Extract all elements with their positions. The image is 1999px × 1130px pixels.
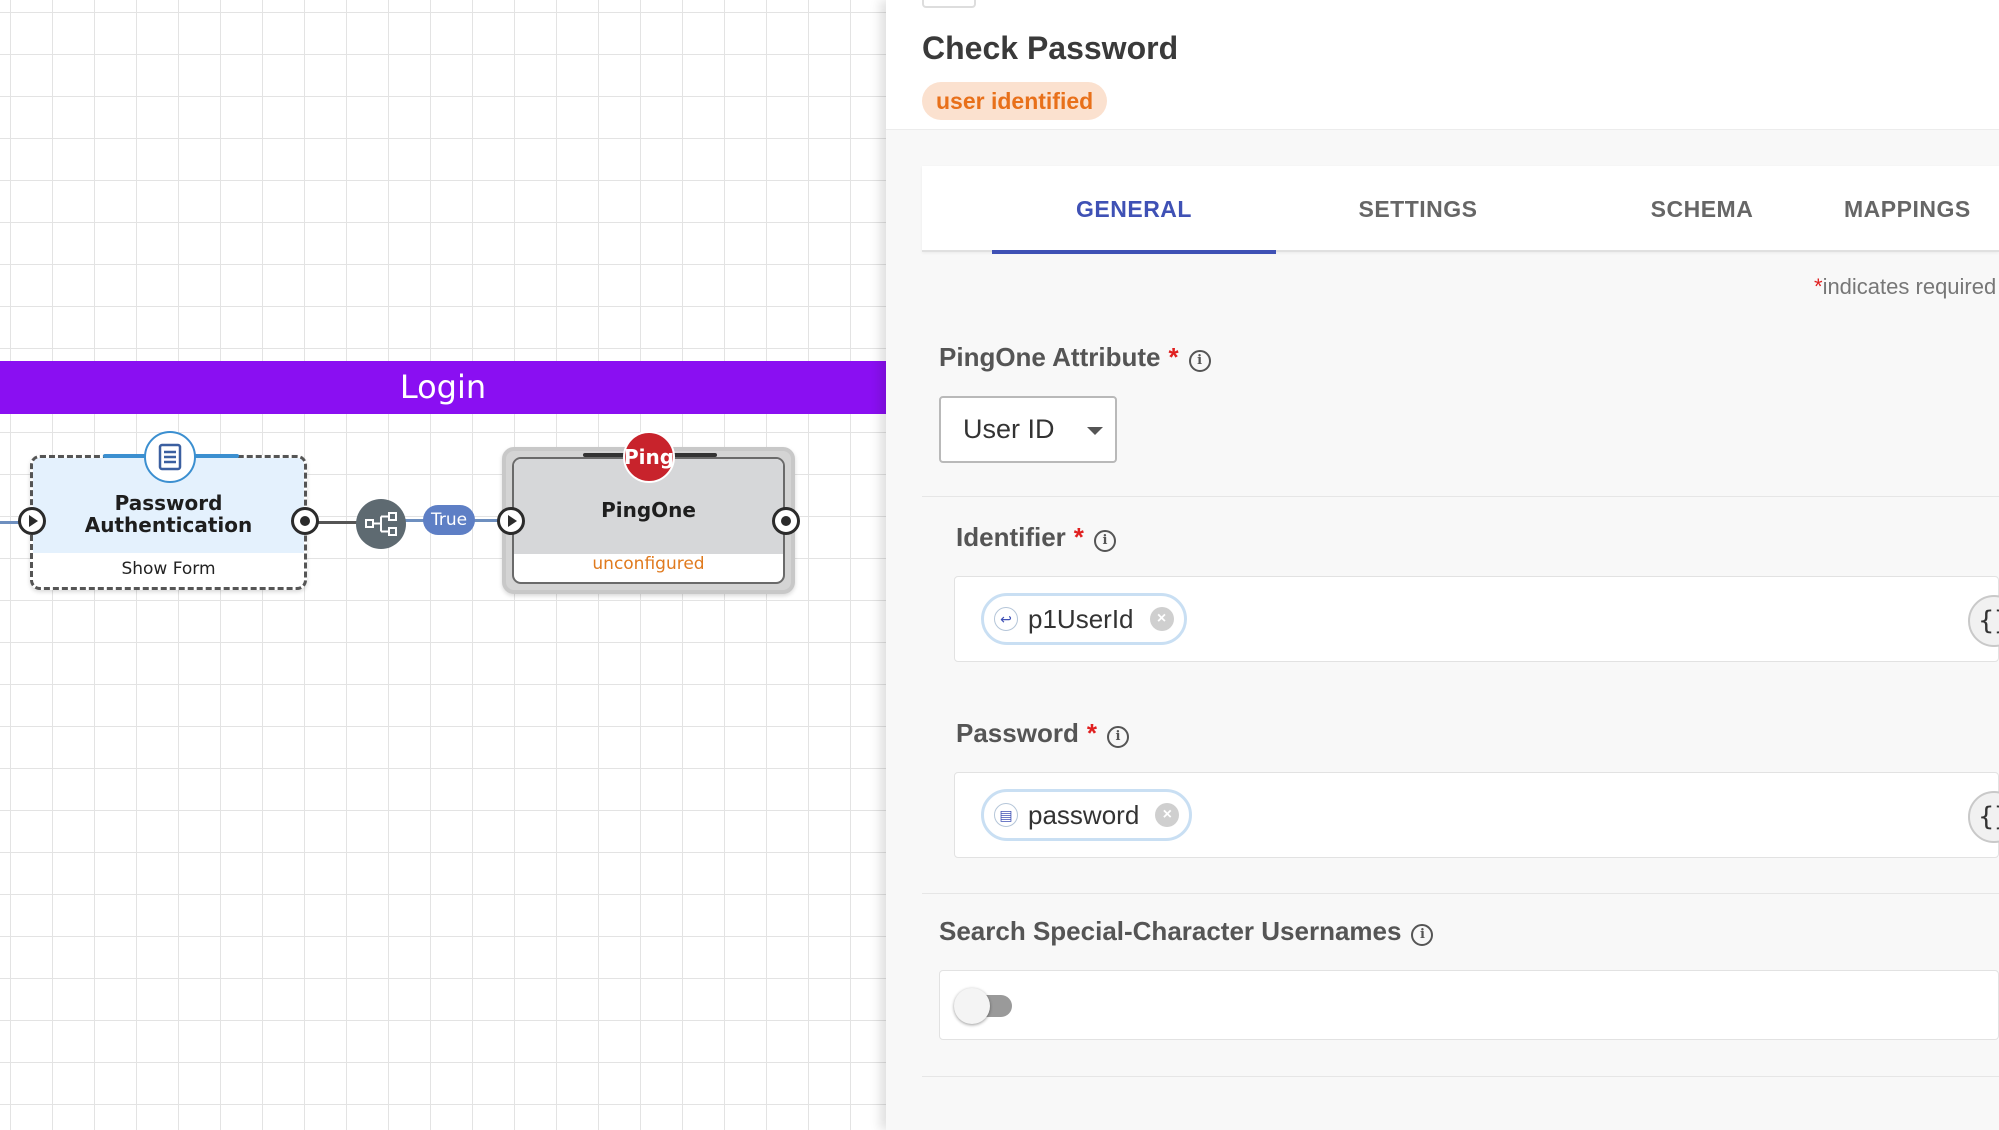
divider	[922, 1076, 1999, 1077]
label-text: Password	[956, 718, 1079, 748]
identifier-chip[interactable]: ↩ p1UserId ×	[981, 593, 1187, 645]
edge-label-true[interactable]: True	[423, 505, 475, 535]
required-star: *	[1073, 522, 1084, 552]
panel-handle[interactable]	[922, 0, 976, 8]
node-footer: Show Form	[121, 559, 216, 579]
status-badge: user identified	[922, 82, 1108, 120]
chip-text: p1UserId	[1028, 603, 1134, 634]
field-label-pingone-attribute: PingOne Attribute * i	[939, 342, 1211, 373]
info-icon[interactable]: i	[1106, 725, 1129, 748]
variable-arrow-icon: ↩	[994, 607, 1018, 631]
lane-header: Login	[0, 361, 886, 414]
search-special-toggle-row	[939, 970, 1999, 1040]
required-star: *	[1814, 274, 1823, 299]
tab-schema[interactable]: SCHEMA	[1560, 166, 1844, 252]
input-port[interactable]	[497, 507, 525, 535]
panel-header: Check Password user identified	[886, 0, 1999, 130]
branch-icon[interactable]	[356, 499, 406, 549]
tab-general[interactable]: GENERAL	[992, 166, 1276, 254]
divider	[922, 496, 1999, 497]
flow-canvas[interactable]: Login Password Authentication Show Form	[0, 0, 886, 1130]
node-title-line2: Authentication	[84, 513, 253, 537]
password-chip[interactable]: ▤ password ×	[981, 789, 1193, 841]
tab-settings[interactable]: SETTINGS	[1276, 166, 1560, 252]
close-icon[interactable]: ×	[1155, 803, 1180, 827]
node-config-panel: Check Password user identified GENERAL S…	[886, 0, 1999, 1130]
identifier-field[interactable]: ↩ p1UserId × {}	[954, 576, 1999, 662]
close-icon[interactable]: ×	[1149, 607, 1174, 631]
chip-text: password	[1028, 799, 1140, 830]
form-icon	[144, 431, 196, 483]
required-star: *	[1086, 718, 1097, 748]
chevron-down-icon	[1087, 427, 1103, 435]
label-text: Search Special-Character Usernames	[939, 916, 1402, 946]
pingone-attribute-select[interactable]: User ID	[939, 396, 1117, 463]
field-label-identifier: Identifier * i	[956, 522, 1116, 553]
node-title-line1: Password	[114, 491, 223, 515]
select-value: User ID	[963, 414, 1055, 444]
info-icon[interactable]: i	[1093, 529, 1116, 552]
output-port[interactable]	[772, 507, 800, 535]
form-field-icon: ▤	[994, 803, 1018, 827]
edge-password-to-branch	[318, 521, 358, 524]
node-footer: unconfigured	[592, 554, 705, 574]
password-field[interactable]: ▤ password × {}	[954, 772, 1999, 858]
expression-button[interactable]: {}	[1968, 595, 1999, 647]
required-note: *indicates required	[1814, 274, 1999, 300]
ping-logo-text: Ping	[623, 445, 675, 469]
info-icon[interactable]: i	[1411, 923, 1434, 946]
field-label-password: Password * i	[956, 718, 1129, 749]
node-title: Password Authentication	[33, 492, 304, 536]
expression-button[interactable]: {}	[1968, 791, 1999, 843]
panel-title: Check Password	[922, 30, 1179, 66]
edge-left-in	[0, 521, 20, 524]
divider	[922, 893, 1999, 894]
edge-true-to-pingone	[473, 519, 499, 522]
required-star: *	[1168, 342, 1179, 372]
toggle-knob[interactable]	[954, 988, 990, 1024]
info-icon[interactable]: i	[1188, 349, 1211, 372]
required-note-text: indicates required	[1822, 274, 1997, 299]
tab-mappings[interactable]: MAPPINGS	[1844, 166, 1999, 252]
label-text: Identifier	[956, 522, 1066, 552]
tab-bar: GENERAL SETTINGS SCHEMA MAPPINGS	[922, 166, 1999, 254]
node-title: PingOne	[601, 498, 696, 522]
field-label-search-special: Search Special-Character Usernames i	[939, 916, 1434, 947]
ping-logo-icon: Ping	[623, 431, 675, 483]
output-port[interactable]	[291, 507, 319, 535]
input-port[interactable]	[18, 507, 46, 535]
label-text: PingOne Attribute	[939, 342, 1161, 372]
